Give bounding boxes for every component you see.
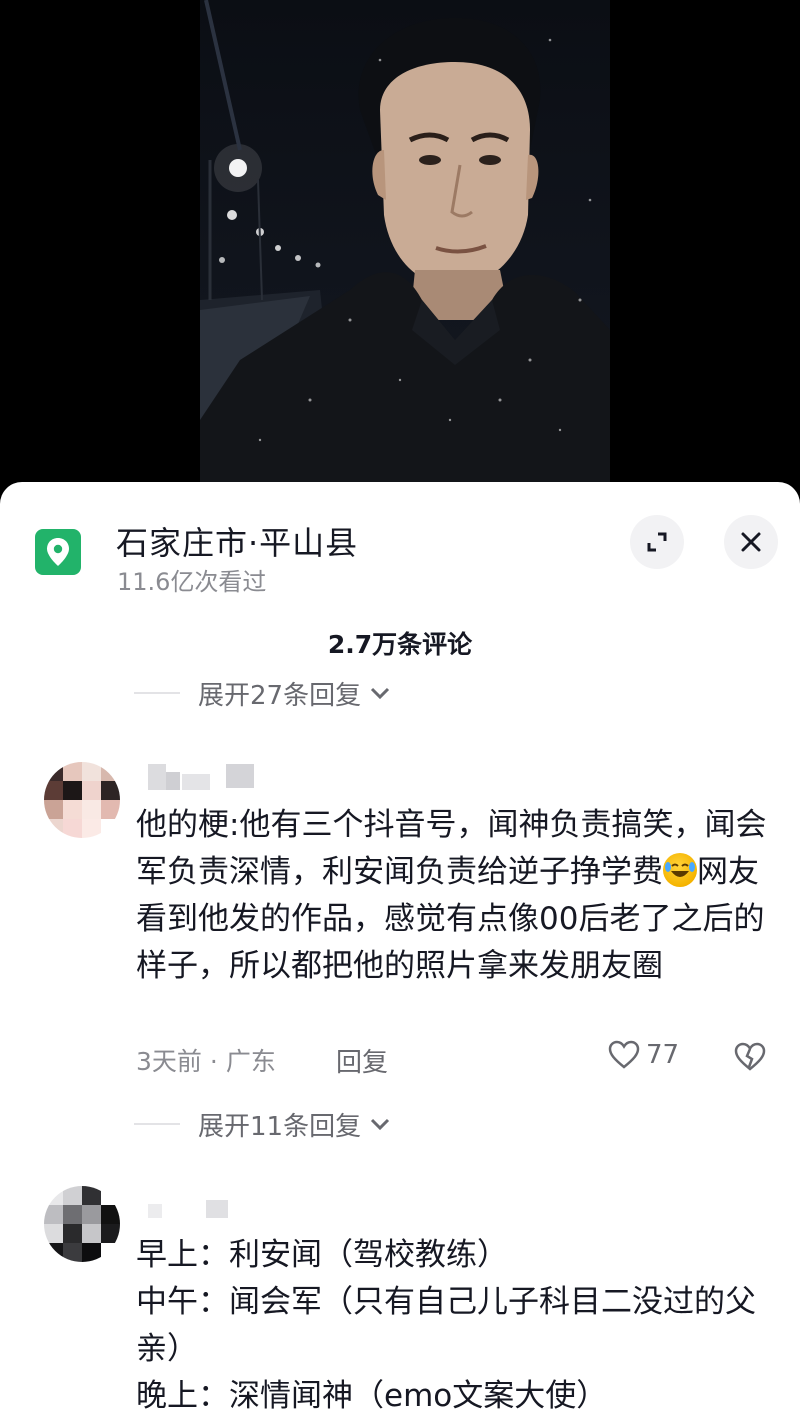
like-count: 77 <box>646 1040 680 1070</box>
expand-replies-label: 展开27条回复 <box>198 680 362 711</box>
comment-line: 中午：闻会军（只有自己儿子科目二没过的父亲） <box>136 1284 756 1367</box>
rofl-emoji-icon <box>663 853 697 887</box>
avatar[interactable] <box>44 762 120 838</box>
comment-line: 早上：利安闻（驾校教练） <box>136 1237 508 1273</box>
view-count: 11.6亿次看过 <box>117 568 267 596</box>
chevron-down-icon <box>371 1118 390 1131</box>
chevron-down-icon <box>371 687 390 700</box>
video-player[interactable] <box>0 0 800 500</box>
avatar[interactable] <box>44 1186 120 1262</box>
comment-count: 2.7万条评论 <box>327 630 473 659</box>
night-selfie-illustration <box>200 0 610 482</box>
expand-replies-button[interactable]: 展开11条回复 <box>134 1107 391 1142</box>
comment-meta: 3天前 · 广东 <box>136 1047 276 1076</box>
broken-heart-icon <box>734 1042 766 1071</box>
expand-icon <box>647 532 667 552</box>
close-button[interactable] <box>724 515 778 569</box>
divider <box>134 692 180 694</box>
comment-sheet: 石家庄市·平山县 11.6亿次看过 2.7万条评论 展开27条回复 他的梗:他有… <box>0 482 800 1411</box>
reply-button[interactable]: 回复 <box>336 1042 388 1079</box>
expand-replies-label: 展开11条回复 <box>198 1111 362 1142</box>
dislike-button[interactable] <box>734 1042 766 1076</box>
divider <box>134 1123 180 1125</box>
expand-button[interactable] <box>630 515 684 569</box>
heart-icon <box>608 1040 640 1069</box>
like-button[interactable]: 77 <box>608 1040 679 1070</box>
comment-region: 广东 <box>225 1047 276 1076</box>
comment-text: 早上：利安闻（驾校教练） 中午：闻会军（只有自己儿子科目二没过的父亲） 晚上：深… <box>136 1232 776 1411</box>
location-title[interactable]: 石家庄市·平山县 <box>116 518 358 564</box>
comment-text: 他的梗:他有三个抖音号，闻神负责搞笑，闻会军负责深情，利安闻负责给逆子挣学费 网友… <box>136 802 776 990</box>
video-frame <box>200 0 610 482</box>
comment-line: 晚上：深情闻神（emo文案大使） <box>136 1378 608 1411</box>
expand-replies-button[interactable]: 展开27条回复 <box>134 676 391 711</box>
comment-time: 3天前 <box>136 1047 202 1076</box>
location-pin-icon[interactable] <box>35 529 81 575</box>
close-icon <box>741 532 761 552</box>
